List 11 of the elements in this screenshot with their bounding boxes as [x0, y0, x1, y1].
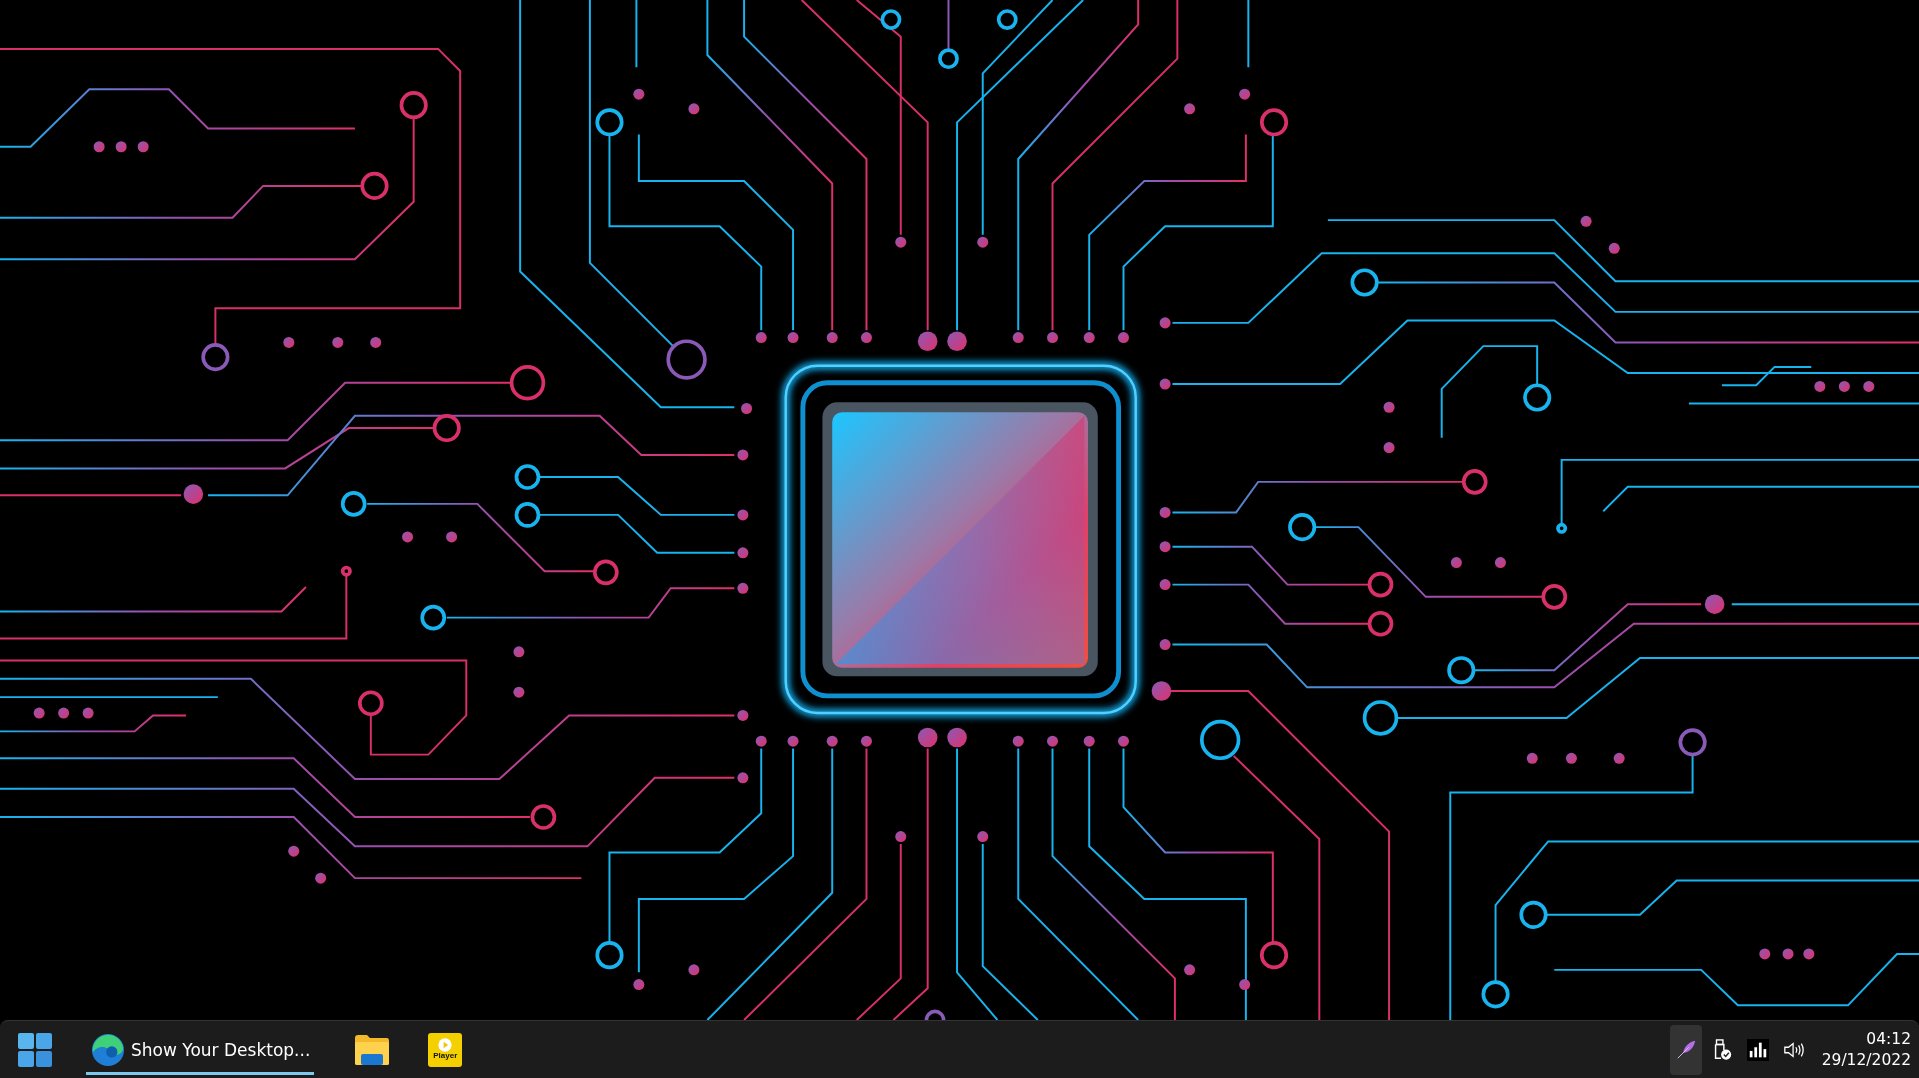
browser-taskbar-button[interactable]: Show Your Desktop...: [86, 1024, 315, 1075]
bar-chart-icon: [1746, 1038, 1769, 1061]
clock-date[interactable]: 29/12/2022: [1821, 1049, 1911, 1071]
browser-icon: [90, 1032, 126, 1067]
player-label: Player: [433, 1052, 458, 1061]
windows-logo-icon: [18, 1032, 52, 1067]
pen-tray-button[interactable]: [1669, 1024, 1702, 1075]
player-taskbar-button[interactable]: Player: [416, 1024, 475, 1075]
clock-time[interactable]: 04:12: [1866, 1028, 1911, 1050]
folder-icon: [354, 1032, 391, 1067]
play-icon: [438, 1038, 453, 1053]
